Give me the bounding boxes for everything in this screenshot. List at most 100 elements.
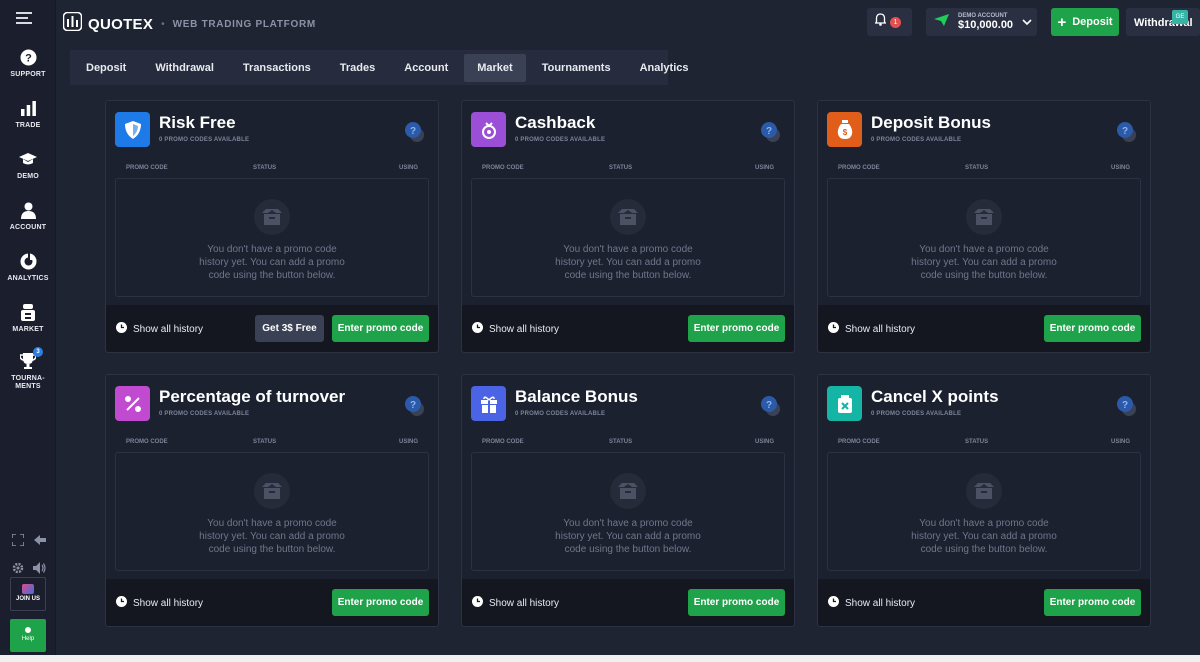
tab-account[interactable]: Account — [391, 54, 461, 82]
col-using: USING — [754, 439, 774, 445]
sidebar-item-analytics[interactable]: ANALYTICS — [0, 250, 56, 283]
card-title: Balance Bonus — [515, 387, 638, 406]
logo[interactable]: QUOTEX • WEB TRADING PLATFORM — [62, 11, 316, 36]
sidebar-item-trade[interactable]: TRADE — [0, 97, 56, 130]
show-history-link[interactable]: Show all history — [472, 596, 559, 610]
enter-promo-code-button[interactable]: Enter promo code — [332, 589, 429, 616]
col-promo-code: PROMO CODE — [126, 165, 168, 171]
coins-icon — [471, 112, 506, 147]
col-using: USING — [398, 439, 418, 445]
percent-icon — [115, 386, 150, 421]
card-title: Cancel X points — [871, 387, 999, 406]
help-chat-icon[interactable]: ? — [1116, 121, 1138, 143]
empty-state: You don't have a promo code history yet.… — [115, 178, 429, 297]
enter-promo-code-button[interactable]: Enter promo code — [688, 589, 785, 616]
shield-icon — [115, 112, 150, 147]
tab-deposit[interactable]: Deposit — [73, 54, 139, 82]
sidebar-item-label: SUPPORT — [10, 71, 46, 78]
show-history-link[interactable]: Show all history — [116, 322, 203, 336]
logo-icon — [62, 11, 83, 36]
separator-dot: • — [161, 18, 165, 30]
history-label: Show all history — [133, 597, 204, 609]
bell-icon — [873, 13, 888, 31]
help-chat-icon[interactable]: ? — [404, 121, 426, 143]
empty-message: You don't have a promo code history yet.… — [555, 244, 701, 281]
logout-arrow-icon[interactable] — [34, 533, 46, 551]
empty-box-icon — [254, 473, 290, 509]
chevron-down-icon — [1022, 13, 1032, 31]
card-title: Cashback — [515, 113, 596, 132]
svg-text:?: ? — [410, 400, 416, 411]
enter-promo-code-button[interactable]: Enter promo code — [688, 315, 785, 342]
help-chat-icon[interactable]: ? — [760, 395, 782, 417]
clock-icon — [828, 596, 839, 610]
chat-icon — [25, 627, 31, 633]
clock-icon — [472, 322, 483, 336]
promo-card: Risk Free 0 PROMO CODES AVAILABLE ? PROM… — [105, 100, 439, 353]
bar-chart-icon — [17, 97, 39, 119]
menu-icon[interactable] — [16, 12, 32, 25]
clock-icon — [116, 596, 127, 610]
tab-transactions[interactable]: Transactions — [230, 54, 324, 82]
sidebar-item-account[interactable]: ACCOUNT — [0, 199, 56, 232]
svg-text:?: ? — [766, 400, 772, 411]
help-chat-icon[interactable]: ? — [1116, 395, 1138, 417]
col-using: USING — [1110, 439, 1130, 445]
help-chat-icon[interactable]: ? — [404, 395, 426, 417]
codes-available: 0 PROMO CODES AVAILABLE — [159, 411, 250, 417]
tab-analytics[interactable]: Analytics — [627, 54, 702, 82]
show-history-link[interactable]: Show all history — [828, 596, 915, 610]
sidebar-item-support[interactable]: ? SUPPORT — [0, 46, 56, 79]
card-footer: Show all history Get 3$ Free Enter promo… — [106, 305, 438, 352]
enter-promo-code-button[interactable]: Enter promo code — [1044, 315, 1141, 342]
deposit-button[interactable]: + Deposit — [1051, 8, 1119, 36]
col-using: USING — [754, 165, 774, 171]
account-switcher[interactable]: DEMO ACCOUNT $10,000.00 — [926, 8, 1037, 36]
fullscreen-icon[interactable] — [11, 533, 25, 551]
sidebar-item-label: ACCOUNT — [9, 224, 47, 231]
card-footer: Show all history Enter promo code — [106, 579, 438, 626]
shop-icon — [17, 301, 39, 323]
col-status: STATUS — [609, 439, 633, 445]
get-free-button[interactable]: Get 3$ Free — [255, 315, 324, 342]
enter-promo-code-button[interactable]: Enter promo code — [332, 315, 429, 342]
social-icon — [22, 584, 34, 594]
help-chat-icon[interactable]: ? — [760, 121, 782, 143]
help-label: Help — [21, 636, 35, 642]
empty-message: You don't have a promo code history yet.… — [911, 244, 1057, 281]
sidebar-item-market[interactable]: MARKET — [0, 301, 56, 334]
tab-bar: Deposit Withdrawal Transactions Trades A… — [70, 50, 689, 85]
empty-message: You don't have a promo code history yet.… — [555, 518, 701, 555]
empty-state: You don't have a promo code history yet.… — [471, 452, 785, 571]
sidebar-item-tournaments[interactable]: 3 TOURNA- MENTS — [0, 347, 56, 391]
tab-trades[interactable]: Trades — [327, 54, 388, 82]
show-history-link[interactable]: Show all history — [828, 322, 915, 336]
clock-icon — [828, 322, 839, 336]
enter-promo-code-button[interactable]: Enter promo code — [1044, 589, 1141, 616]
join-us-button[interactable]: JOIN US — [10, 577, 46, 611]
card-title: Risk Free — [159, 113, 236, 132]
pie-chart-icon — [17, 250, 39, 272]
withdrawal-button[interactable]: Withdrawal — [1126, 8, 1200, 36]
col-promo-code: PROMO CODE — [838, 165, 880, 171]
history-label: Show all history — [489, 323, 560, 335]
empty-message: You don't have a promo code history yet.… — [199, 244, 345, 281]
tab-market[interactable]: Market — [464, 53, 526, 82]
promo-card: Percentage of turnover 0 PROMO CODES AVA… — [105, 374, 439, 627]
sidebar: ? SUPPORT TRADE DEMO ACCOUNT ANALYTICS M… — [0, 0, 56, 662]
codes-available: 0 PROMO CODES AVAILABLE — [515, 137, 606, 143]
col-promo-code: PROMO CODE — [482, 165, 524, 171]
show-history-link[interactable]: Show all history — [472, 322, 559, 336]
sidebar-item-demo[interactable]: DEMO — [0, 148, 56, 181]
tab-withdrawal[interactable]: Withdrawal — [142, 54, 227, 82]
show-history-link[interactable]: Show all history — [116, 596, 203, 610]
tab-tournaments[interactable]: Tournaments — [529, 54, 624, 82]
sidebar-item-label: MARKET — [12, 326, 44, 333]
brand-name: QUOTEX — [88, 15, 154, 33]
col-using: USING — [1110, 165, 1130, 171]
platform-subtitle: WEB TRADING PLATFORM — [172, 18, 316, 30]
notifications-button[interactable]: 1 — [867, 8, 912, 36]
help-button[interactable]: Help — [10, 619, 46, 652]
send-icon — [934, 13, 949, 31]
promo-card: $ Deposit Bonus 0 PROMO CODES AVAILABLE … — [817, 100, 1151, 353]
